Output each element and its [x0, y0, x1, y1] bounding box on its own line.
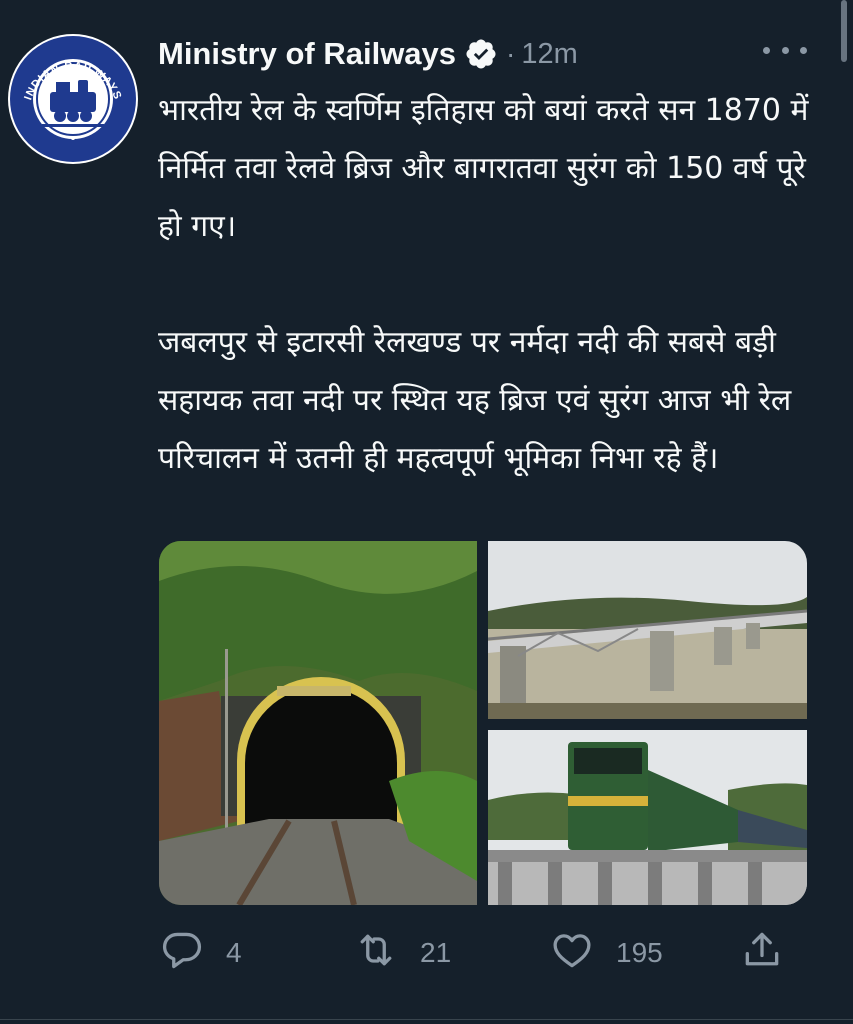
author-name[interactable]: Ministry of Railways: [158, 36, 456, 72]
tawa-bridge-photo[interactable]: [488, 541, 807, 719]
tweet-header: Ministry of Railways · 12m: [158, 30, 813, 78]
reply-count: 4: [226, 937, 242, 968]
share-icon: [740, 928, 784, 979]
divider: [0, 1019, 853, 1020]
share-button[interactable]: [740, 925, 784, 981]
tweet-paragraph: भारतीय रेल के स्वर्णिम इतिहास को बयां कर…: [158, 93, 809, 244]
retweet-icon: [354, 928, 398, 979]
more-options-icon[interactable]: [763, 36, 807, 64]
like-button[interactable]: 195: [550, 925, 663, 981]
scrollbar-thumb[interactable]: [841, 0, 847, 62]
header-separator: ·: [506, 38, 516, 69]
reply-button[interactable]: 4: [160, 925, 242, 981]
retweet-button[interactable]: 21: [354, 925, 451, 981]
tweet-actions: 4 21 195: [158, 925, 798, 981]
train-on-bridge-photo[interactable]: [488, 730, 807, 905]
avatar[interactable]: INDIAN RAILWAYS: [8, 34, 138, 164]
like-icon: [550, 928, 594, 979]
media-grid: [159, 541, 807, 905]
verified-badge-icon: [464, 37, 498, 71]
tweet-text: भारतीय रेल के स्वर्णिम इतिहास को बयां कर…: [158, 82, 818, 488]
like-count: 195: [616, 937, 663, 968]
retweet-count: 21: [420, 937, 452, 968]
railway-tunnel-photo[interactable]: [159, 541, 477, 905]
reply-icon: [160, 928, 204, 979]
tweet-timestamp[interactable]: 12m: [521, 38, 577, 71]
tweet-paragraph: जबलपुर से इटारसी रेलखण्ड पर नर्मदा नदी क…: [158, 325, 792, 476]
